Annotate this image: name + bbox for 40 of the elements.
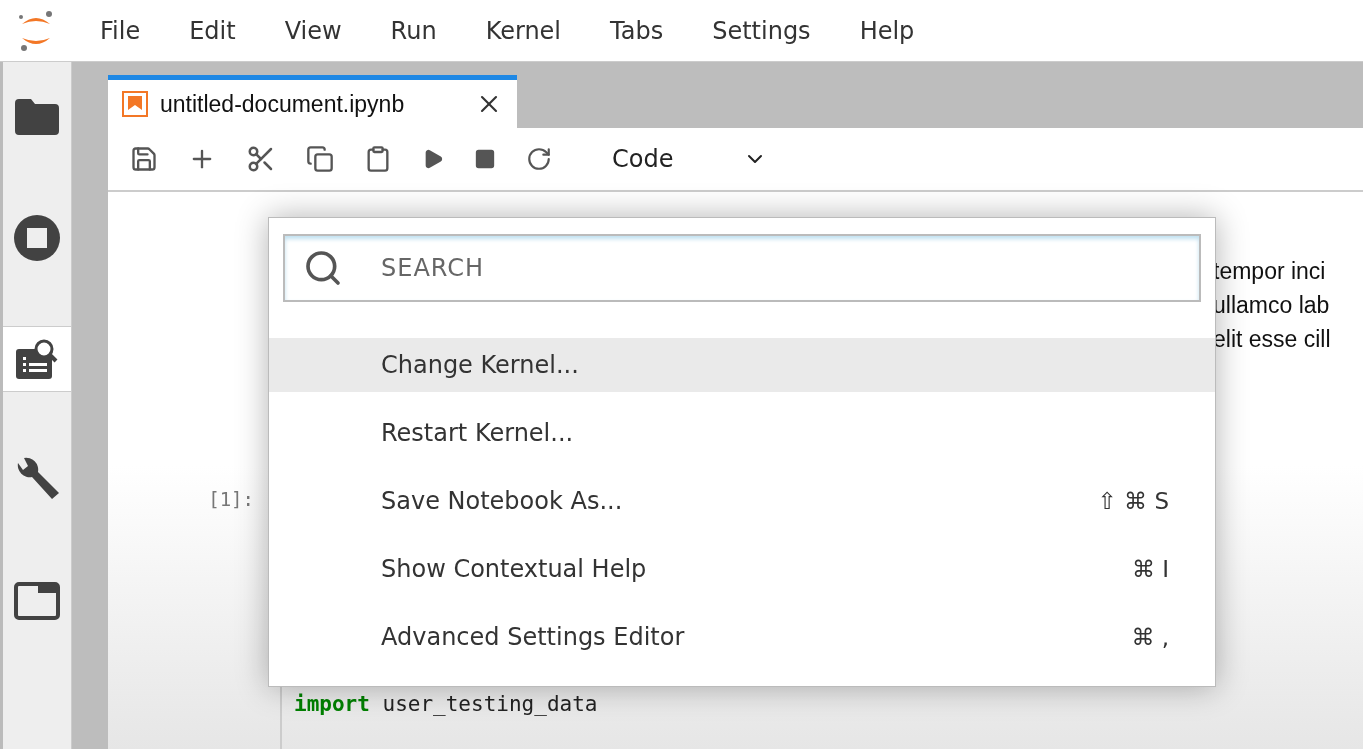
search-icon xyxy=(303,248,343,288)
command-item[interactable]: Change Kernel... xyxy=(269,338,1215,392)
cell-prompt: [1]: xyxy=(208,488,254,512)
restart-icon[interactable] xyxy=(526,146,552,172)
save-icon[interactable] xyxy=(130,145,158,173)
menu-item[interactable]: Help xyxy=(831,16,936,45)
menu-item[interactable]: Edit xyxy=(161,16,257,45)
markdown-text: ullamco lab xyxy=(1213,291,1331,320)
tab-title: untitled-document.ipynb xyxy=(160,90,406,118)
shortcut-label: ⌘ I xyxy=(1131,556,1169,582)
inspector-icon[interactable] xyxy=(16,339,58,379)
command-item[interactable]: Show Contextual Help ⌘ I xyxy=(269,542,1215,596)
markdown-text: tempor inci xyxy=(1213,257,1327,286)
menu-item[interactable]: Run xyxy=(362,16,458,45)
menu-item[interactable]: Kernel xyxy=(457,16,583,45)
search-field[interactable]: SEARCH xyxy=(283,234,1201,302)
command-item[interactable]: Restart Kernel... xyxy=(269,406,1215,460)
command-label: Restart Kernel... xyxy=(381,419,574,447)
code-line: import user_testing_data xyxy=(294,692,598,716)
sidebar-tab[interactable] xyxy=(3,326,71,392)
shortcut-label: ⌘ , xyxy=(1131,624,1169,650)
cell-type-dropdown[interactable]: Code xyxy=(612,145,768,173)
command-label: Change Kernel... xyxy=(381,351,579,379)
document-tab[interactable]: untitled-document.ipynb xyxy=(108,75,517,128)
notebook-icon xyxy=(122,91,148,117)
stop-circle-icon[interactable] xyxy=(14,215,60,261)
copy-icon[interactable] xyxy=(306,145,334,173)
command-label: Show Contextual Help xyxy=(381,555,647,583)
folder-icon[interactable] xyxy=(15,99,59,135)
command-item[interactable]: Advanced Settings Editor ⌘ , xyxy=(269,610,1215,664)
menu-item[interactable]: File xyxy=(72,16,162,45)
stop-icon[interactable] xyxy=(474,148,496,170)
command-label: Save Notebook As... xyxy=(381,487,623,515)
tabs-icon[interactable] xyxy=(14,582,60,620)
menu-item[interactable]: Tabs xyxy=(582,16,685,45)
command-label: Advanced Settings Editor xyxy=(381,623,685,651)
command-item[interactable]: Save Notebook As... ⇧ ⌘ S xyxy=(269,474,1215,528)
menu-item[interactable]: Settings xyxy=(684,16,832,45)
menu-item[interactable]: View xyxy=(256,16,363,45)
shortcut-label: ⇧ ⌘ S xyxy=(1097,488,1169,514)
